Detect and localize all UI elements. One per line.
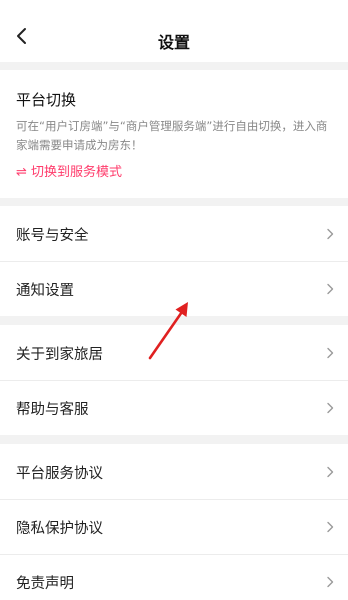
navigation-bar: 设置: [0, 0, 348, 62]
menu-item-notification-settings[interactable]: 通知设置: [0, 261, 348, 316]
switch-to-service-mode-link[interactable]: ⇌ 切换到服务模式: [16, 161, 122, 180]
chevron-right-icon: [327, 402, 334, 414]
settings-group-about: 关于到家旅居 帮助与客服: [0, 325, 348, 435]
chevron-right-icon: [327, 228, 334, 240]
menu-item-label: 关于到家旅居: [16, 347, 103, 363]
platform-switch-title: 平台切换: [16, 91, 77, 109]
chevron-right-icon: [327, 466, 334, 478]
chevron-right-icon: [327, 347, 334, 359]
menu-item-label: 帮助与客服: [16, 402, 89, 418]
chevron-right-icon: [327, 283, 334, 295]
menu-item-account-security[interactable]: 账号与安全: [0, 206, 348, 261]
menu-item-disclaimer[interactable]: 免责声明: [0, 554, 348, 600]
settings-page: 设置 平台切换 可在“用户订房端”与“商户管理服务端”进行自由切换，进入商家端需…: [0, 0, 348, 600]
platform-switch-description: 可在“用户订房端”与“商户管理服务端”进行自由切换，进入商家端需要申请成为房东！: [16, 119, 328, 152]
menu-item-about[interactable]: 关于到家旅居: [0, 325, 348, 380]
menu-item-help-support[interactable]: 帮助与客服: [0, 380, 348, 435]
menu-item-label: 平台服务协议: [16, 466, 103, 482]
menu-item-service-agreement[interactable]: 平台服务协议: [0, 444, 348, 499]
menu-item-label: 隐私保护协议: [16, 521, 103, 537]
chevron-right-icon: [327, 521, 334, 533]
chevron-right-icon: [327, 576, 334, 588]
settings-group-account: 账号与安全 通知设置: [0, 206, 348, 316]
menu-item-label: 通知设置: [16, 283, 74, 299]
platform-switch-card: 平台切换 可在“用户订房端”与“商户管理服务端”进行自由切换，进入商家端需要申请…: [0, 70, 348, 198]
settings-group-legal: 平台服务协议 隐私保护协议 免责声明: [0, 444, 348, 600]
menu-item-privacy-agreement[interactable]: 隐私保护协议: [0, 499, 348, 554]
menu-item-label: 免责声明: [16, 576, 74, 592]
menu-item-label: 账号与安全: [16, 228, 89, 244]
page-title: 设置: [157, 33, 190, 52]
